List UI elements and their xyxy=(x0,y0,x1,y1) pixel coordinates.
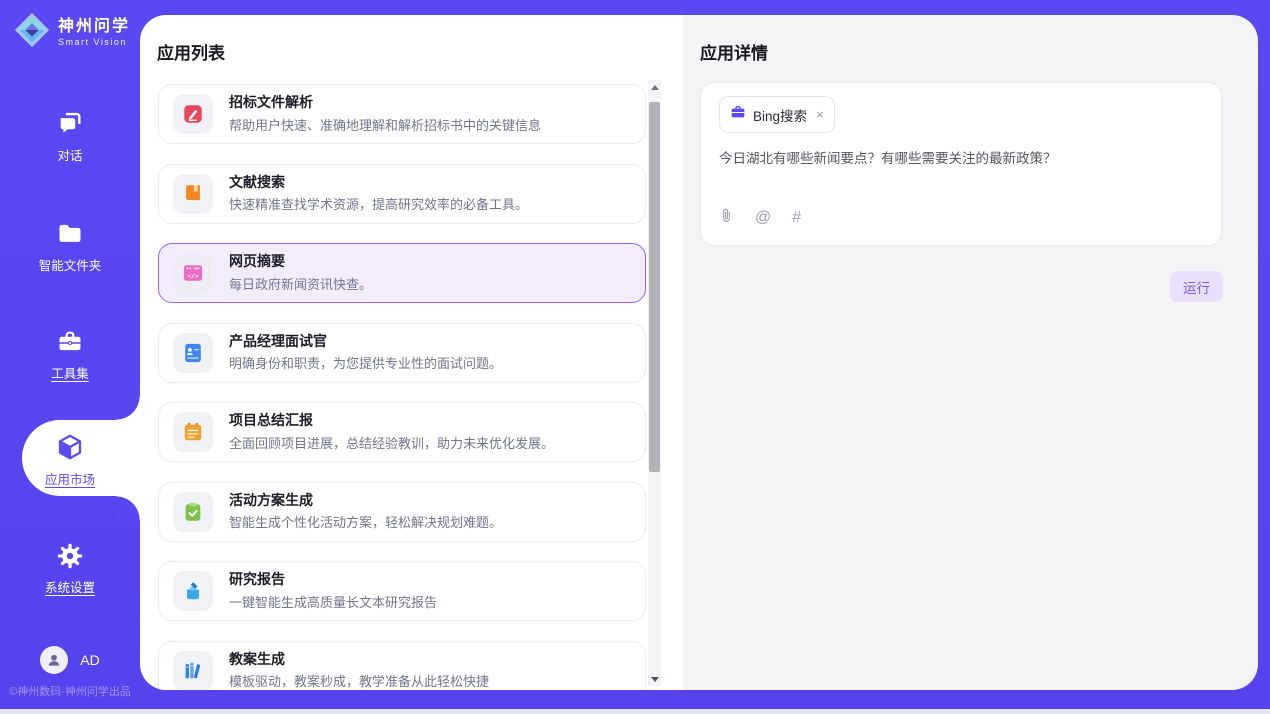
sidebar-item-label: 智能文件夹 xyxy=(0,255,140,274)
app-card-literature-search[interactable]: 文献搜索 快速精准查找学术资源，提高研究效率的必备工具。 xyxy=(158,164,646,224)
summary-icon xyxy=(173,412,213,452)
app-card-desc: 模板驱动，教案秒成，教学准备从此轻松快捷 xyxy=(229,671,489,690)
user-name: AD xyxy=(80,652,99,668)
gear-icon xyxy=(0,542,140,570)
hash-icon[interactable]: # xyxy=(792,210,801,226)
brand-diamond-icon xyxy=(13,11,51,54)
clipboard-check-icon xyxy=(173,492,213,532)
chat-icon xyxy=(0,110,140,138)
sidebar-item-chat[interactable]: 对话 xyxy=(0,110,140,164)
books-icon xyxy=(173,651,213,691)
book-icon xyxy=(173,174,213,214)
scroll-up-arrow-icon[interactable] xyxy=(648,80,661,94)
sidebar-item-label: 工具集 xyxy=(0,363,140,382)
app-card-desc: 每日政府新闻资讯快查。 xyxy=(229,274,372,293)
window-bottom-edge xyxy=(0,709,1270,714)
paperclip-icon[interactable] xyxy=(719,207,734,229)
sidebar-item-smart-folder[interactable]: 智能文件夹 xyxy=(0,220,140,274)
scroll-down-arrow-icon[interactable] xyxy=(648,672,661,686)
app-logo: 神州问学 Smart Vision xyxy=(13,11,130,54)
app-card-desc: 帮助用户快速、准确地理解和解析招标书中的关键信息 xyxy=(229,115,541,134)
app-detail-title: 应用详情 xyxy=(700,39,768,64)
app-card-list: 招标文件解析 帮助用户快速、准确地理解和解析招标书中的关键信息 文献搜索 快速精… xyxy=(158,84,646,690)
app-card-name: 网页摘要 xyxy=(229,253,372,271)
app-list-panel: 应用列表 招标文件解析 帮助用户快速、准确地理解和解析招标书中的关键信息 xyxy=(140,15,683,690)
briefcase-icon xyxy=(730,104,746,125)
app-card-lesson-plan[interactable]: 教案生成 模板驱动，教案秒成，教学准备从此轻松快捷 xyxy=(158,641,646,691)
folder-icon xyxy=(0,220,140,248)
app-card-desc: 一键智能生成高质量长文本研究报告 xyxy=(229,592,437,611)
app-card-pm-interviewer[interactable]: 产品经理面试官 明确身份和职责，为您提供专业性的面试问题。 xyxy=(158,323,646,383)
app-card-name: 产品经理面试官 xyxy=(229,333,502,351)
app-card-name: 项目总结汇报 xyxy=(229,412,554,430)
toolbox-icon xyxy=(0,328,140,356)
app-detail-panel: 应用详情 Bing搜索 × 今日湖北有哪些新闻要点？有哪些需要关注的最新政策？ xyxy=(683,15,1258,690)
sidebar: 神州问学 Smart Vision 对话 智能文件夹 xyxy=(0,0,140,709)
brand-name: 神州问学 xyxy=(58,18,130,36)
svg-text:</>: </> xyxy=(187,272,199,280)
app-list-title: 应用列表 xyxy=(157,39,225,64)
run-button[interactable]: 运行 xyxy=(1170,271,1223,302)
app-card-desc: 智能生成个性化活动方案，轻松解决规划难题。 xyxy=(229,512,502,531)
ink-pen-icon xyxy=(173,571,213,611)
app-card-web-summary[interactable]: </> 网页摘要 每日政府新闻资讯快查。 xyxy=(158,243,646,303)
app-card-desc: 全面回顾项目进展，总结经验教训，助力未来优化发展。 xyxy=(229,433,554,452)
app-card-bid-parsing[interactable]: 招标文件解析 帮助用户快速、准确地理解和解析招标书中的关键信息 xyxy=(158,84,646,144)
query-text[interactable]: 今日湖北有哪些新闻要点？有哪些需要关注的最新政策？ xyxy=(719,149,1203,169)
scrollbar-thumb[interactable] xyxy=(649,102,660,472)
tool-tag-bing-search[interactable]: Bing搜索 × xyxy=(719,96,835,133)
at-icon[interactable]: @ xyxy=(755,210,771,226)
browser-code-icon: </> xyxy=(173,253,213,293)
document-pen-icon xyxy=(173,94,213,134)
avatar xyxy=(40,646,68,674)
sidebar-item-label: 应用市场 xyxy=(0,469,140,488)
input-toolbar: @ # xyxy=(719,207,801,229)
app-card-name: 教案生成 xyxy=(229,651,489,669)
query-input-card[interactable]: Bing搜索 × 今日湖北有哪些新闻要点？有哪些需要关注的最新政策？ @ # xyxy=(700,82,1222,246)
copyright-text: ©神州数码·神州问学出品 xyxy=(0,683,140,699)
app-card-desc: 明确身份和职责，为您提供专业性的面试问题。 xyxy=(229,353,502,372)
app-card-project-summary[interactable]: 项目总结汇报 全面回顾项目进展，总结经验教训，助力未来优化发展。 xyxy=(158,402,646,462)
interview-icon xyxy=(173,333,213,373)
cube-icon xyxy=(0,432,140,462)
user-account[interactable]: AD xyxy=(0,646,140,674)
tag-close-icon[interactable]: × xyxy=(816,108,824,121)
sidebar-item-app-market[interactable]: 应用市场 xyxy=(0,432,140,488)
app-card-desc: 快速精准查找学术资源，提高研究效率的必备工具。 xyxy=(229,194,528,213)
sidebar-item-label: 系统设置 xyxy=(0,577,140,596)
list-scrollbar[interactable] xyxy=(648,80,661,686)
sidebar-item-settings[interactable]: 系统设置 xyxy=(0,542,140,596)
sidebar-item-label: 对话 xyxy=(0,145,140,164)
app-card-name: 研究报告 xyxy=(229,571,437,589)
app-card-name: 文献搜索 xyxy=(229,174,528,192)
brand-subtitle: Smart Vision xyxy=(58,37,130,47)
sidebar-item-toolbox[interactable]: 工具集 xyxy=(0,328,140,382)
main-content: 应用列表 招标文件解析 帮助用户快速、准确地理解和解析招标书中的关键信息 xyxy=(140,15,1258,690)
app-card-event-plan[interactable]: 活动方案生成 智能生成个性化活动方案，轻松解决规划难题。 xyxy=(158,482,646,542)
app-card-name: 招标文件解析 xyxy=(229,94,541,112)
app-card-research-report[interactable]: 研究报告 一键智能生成高质量长文本研究报告 xyxy=(158,561,646,621)
tool-tag-label: Bing搜索 xyxy=(753,105,807,125)
app-card-name: 活动方案生成 xyxy=(229,492,502,510)
